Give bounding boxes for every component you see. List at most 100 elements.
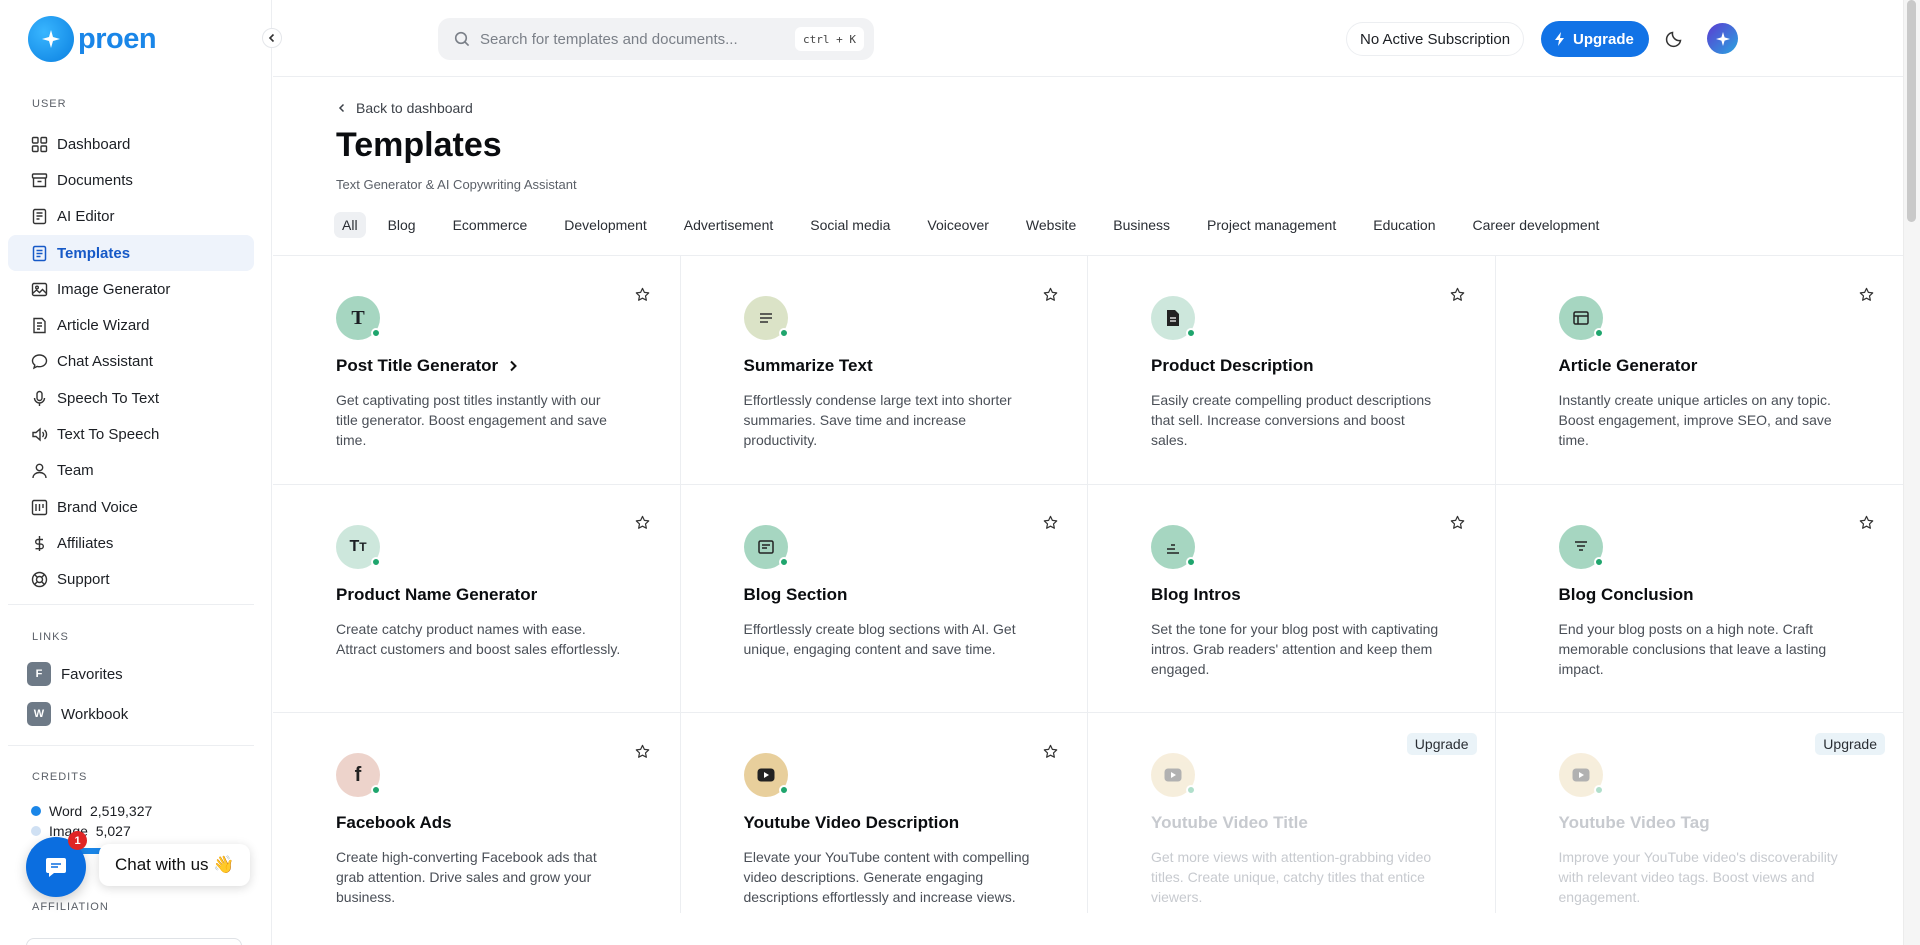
favorite-star-icon[interactable]: [1851, 279, 1881, 309]
favorite-star-icon[interactable]: [1035, 279, 1065, 309]
status-dot: [1186, 785, 1196, 795]
brand-logo[interactable]: proen: [28, 16, 157, 62]
search-bar[interactable]: ctrl + K: [438, 18, 874, 60]
header-divider: [273, 76, 1903, 77]
user-avatar[interactable]: [1707, 23, 1738, 54]
template-title[interactable]: Product Description: [1151, 356, 1313, 376]
template-title[interactable]: Summarize Text: [744, 356, 873, 376]
template-title-text: Summarize Text: [743, 356, 873, 375]
sidebar-item-team[interactable]: Team: [8, 453, 254, 489]
template-card[interactable]: Upgrade Youtube Video Tag Improve your You…: [1496, 713, 1904, 913]
image-credit-dot: [31, 826, 41, 836]
template-card[interactable]: Product Description Easily create compell…: [1088, 256, 1496, 485]
text-size-icon: TT: [336, 524, 381, 569]
favorite-star-icon[interactable]: [1035, 508, 1065, 538]
template-title[interactable]: Blog Intros: [1151, 585, 1241, 605]
template-card[interactable]: Summarize Text Effortlessly condense larg…: [680, 256, 1088, 485]
letter-t-icon: T: [336, 296, 381, 340]
favorite-star-icon[interactable]: [628, 736, 658, 766]
mic-icon: [33, 390, 46, 406]
image-icon: [31, 282, 48, 297]
filter-website[interactable]: Website: [1026, 217, 1076, 233]
filter-advertisement[interactable]: Advertisement: [684, 217, 773, 233]
template-title[interactable]: Product Name Generator: [336, 585, 537, 605]
sidebar-item-templates[interactable]: Templates: [8, 234, 254, 272]
template-title[interactable]: Youtube Video Title: [1151, 813, 1308, 833]
template-title[interactable]: Blog Section: [744, 585, 848, 605]
favorite-star-icon[interactable]: [1035, 736, 1065, 766]
template-title[interactable]: Post Title Generator: [336, 356, 518, 376]
credit-word: Word 2,519,327: [31, 803, 152, 819]
status-dot: [1593, 328, 1604, 338]
template-card[interactable]: TT Product Name Generator Create catchy pr…: [273, 484, 681, 713]
filter-education[interactable]: Education: [1373, 217, 1435, 233]
favorite-star-icon[interactable]: [1443, 508, 1473, 538]
filter-career-development[interactable]: Career development: [1473, 217, 1600, 233]
chat-unread-badge: 1: [68, 831, 87, 850]
favorite-star-icon[interactable]: [1443, 279, 1473, 309]
sidebar-divider: [8, 604, 254, 605]
favorite-star-icon[interactable]: [628, 279, 658, 309]
upgrade-badge[interactable]: Upgrade: [1406, 733, 1477, 755]
sidebar-item-documents[interactable]: Documents: [8, 162, 254, 198]
filter-voiceover[interactable]: Voiceover: [927, 217, 988, 233]
template-card[interactable]: Youtube Video Description Elevate your Yo…: [681, 713, 1088, 913]
document-icon: [1151, 296, 1196, 340]
template-card[interactable]: f Facebook Ads Create high-converting Face…: [273, 713, 681, 913]
subscription-status[interactable]: No Active Subscription: [1346, 22, 1525, 56]
sidebar-item-article-wizard[interactable]: Article Wizard: [8, 307, 254, 343]
search-input[interactable]: [480, 30, 780, 48]
template-card[interactable]: T Post Title Generator Get captivating pos…: [273, 256, 681, 485]
template-title[interactable]: Article Generator: [1559, 356, 1698, 376]
sidebar-item-speech-to-text[interactable]: Speech To Text: [8, 380, 254, 416]
link-favorites[interactable]: F Favorites: [27, 662, 123, 686]
sidebar-item-label: Team: [57, 462, 94, 480]
template-card[interactable]: Article Generator Instantly create unique…: [1495, 256, 1903, 485]
status-dot: [1593, 556, 1604, 567]
link-workbook[interactable]: W Workbook: [27, 702, 128, 726]
sparkle-logo-icon: [28, 16, 74, 62]
template-title[interactable]: Youtube Video Description: [744, 813, 960, 833]
filter-project-management[interactable]: Project management: [1207, 217, 1336, 233]
filter-development[interactable]: Development: [564, 217, 647, 233]
sidebar-nav: Dashboard Documents AI Editor Templates …: [8, 126, 254, 598]
align-icon: [1151, 524, 1196, 569]
sidebar-item-affiliates[interactable]: Affiliates: [8, 525, 254, 561]
template-card[interactable]: Blog Conclusion End your blog posts on a …: [1495, 485, 1903, 713]
sidebar-item-chat-assistant[interactable]: Chat Assistant: [8, 344, 254, 380]
sidebar-item-ai-editor[interactable]: AI Editor: [8, 199, 254, 235]
template-title[interactable]: Facebook Ads: [336, 813, 452, 833]
filter-all[interactable]: All: [334, 212, 366, 238]
upgrade-badge[interactable]: Upgrade: [1815, 733, 1885, 755]
collapse-sidebar-button[interactable]: [262, 28, 282, 48]
affiliation-box[interactable]: [26, 938, 242, 945]
filter-social-media[interactable]: Social media: [810, 217, 890, 233]
chat-with-us-label[interactable]: Chat with us 👋: [99, 844, 251, 886]
sidebar-item-brand-voice[interactable]: Brand Voice: [8, 489, 254, 525]
sidebar-item-label: Support: [57, 571, 110, 589]
affiliation-section-label: AFFILIATION: [32, 901, 109, 913]
sidebar-item-text-to-speech[interactable]: Text To Speech: [8, 416, 254, 452]
favorite-star-icon[interactable]: [628, 508, 658, 538]
upgrade-button[interactable]: Upgrade: [1541, 21, 1649, 57]
template-card[interactable]: Blog Intros Set the tone for your blog po…: [1088, 484, 1496, 713]
back-to-dashboard-link[interactable]: Back to dashboard: [336, 100, 473, 116]
filter-ecommerce[interactable]: Ecommerce: [453, 217, 528, 233]
sidebar-item-dashboard[interactable]: Dashboard: [8, 126, 254, 162]
template-title[interactable]: Blog Conclusion: [1559, 585, 1694, 605]
favorite-star-icon[interactable]: [1851, 508, 1881, 538]
sidebar-item-support[interactable]: Support: [8, 562, 254, 598]
scrollbar-thumb[interactable]: [1907, 0, 1916, 222]
links-section-label: LINKS: [32, 631, 69, 643]
facebook-icon: f: [336, 753, 381, 797]
template-card[interactable]: Upgrade Youtube Video Title Get more views…: [1088, 713, 1496, 913]
lightning-icon: [1555, 32, 1564, 46]
filter-blog[interactable]: Blog: [388, 217, 416, 233]
sidebar-item-image-generator[interactable]: Image Generator: [8, 271, 254, 307]
template-card[interactable]: Blog Section Effortlessly create blog sec…: [680, 484, 1088, 713]
template-title[interactable]: Youtube Video Tag: [1559, 813, 1710, 833]
dark-mode-toggle[interactable]: [1665, 28, 1685, 53]
filter-business[interactable]: Business: [1113, 217, 1170, 233]
user-section-label: USER: [32, 98, 67, 110]
search-shortcut: ctrl + K: [795, 27, 864, 51]
